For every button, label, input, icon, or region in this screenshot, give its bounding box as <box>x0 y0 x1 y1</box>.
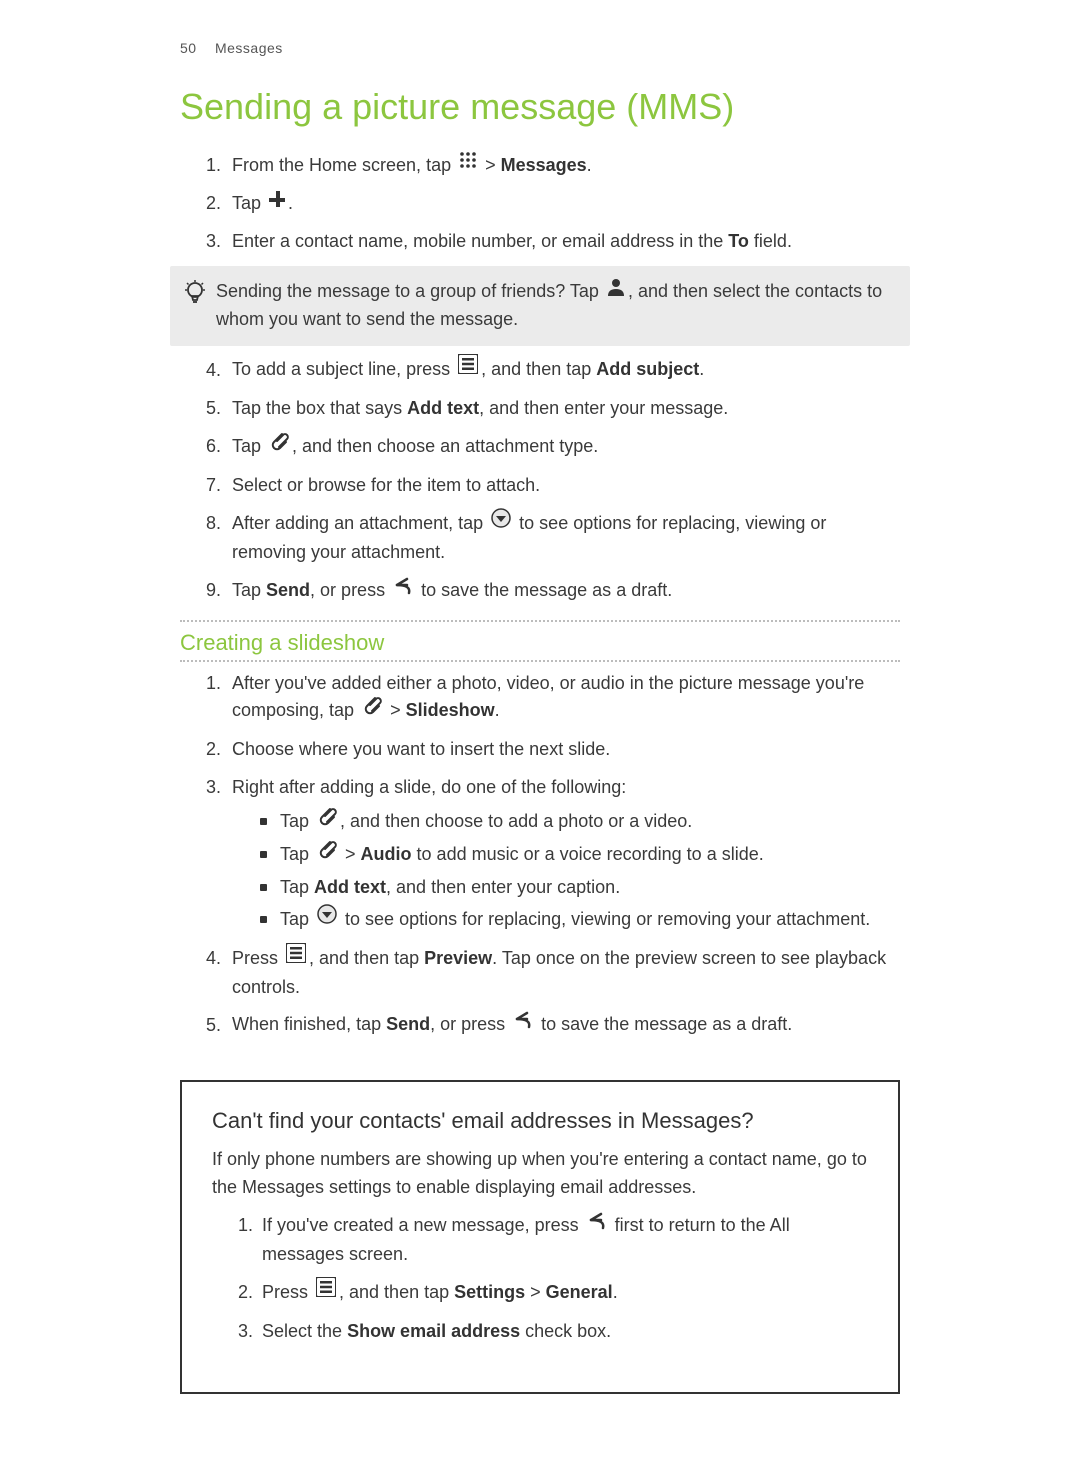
dropdown-icon <box>491 508 511 537</box>
tip-box: Sending the message to a group of friend… <box>170 266 910 346</box>
plus-icon <box>269 188 285 216</box>
bullet-2: Tap > Audio to add music or a voice reco… <box>260 841 900 870</box>
dropdown-icon <box>317 904 337 933</box>
ss-bullets: Tap , and then choose to add a photo or … <box>232 808 900 935</box>
attach-icon <box>362 695 382 724</box>
menu-icon <box>286 943 306 972</box>
person-icon <box>607 277 625 305</box>
page-number: 50 <box>180 40 197 56</box>
step-1: From the Home screen, tap > Messages. <box>226 152 900 180</box>
slideshow-steps: After you've added either a photo, video… <box>180 670 900 1041</box>
step-8: After adding an attachment, tap to see o… <box>226 510 900 567</box>
f-step-1: If you've created a new message, press f… <box>258 1212 868 1269</box>
apps-grid-icon <box>459 150 477 178</box>
ss-step-3: Right after adding a slide, do one of th… <box>226 774 900 934</box>
f-step-3: Select the Show email address check box. <box>258 1318 868 1346</box>
step-6: Tap , and then choose an attachment type… <box>226 433 900 462</box>
menu-icon <box>458 354 478 383</box>
menu-icon <box>316 1277 336 1306</box>
divider <box>180 620 900 622</box>
page-header: 50 Messages <box>180 40 900 56</box>
bullet-1: Tap , and then choose to add a photo or … <box>260 808 900 837</box>
step-9: Tap Send, or press to save the message a… <box>226 577 900 606</box>
ss-step-4: Press , and then tap Preview. Tap once o… <box>226 945 900 1002</box>
step-4: To add a subject line, press , and then … <box>226 356 900 385</box>
info-box-title: Can't find your contacts' email addresse… <box>212 1108 868 1134</box>
info-box: Can't find your contacts' email addresse… <box>180 1080 900 1393</box>
tip-text: Sending the message to a group of friend… <box>216 278 900 334</box>
divider <box>180 660 900 662</box>
bullet-4: Tap to see options for replacing, viewin… <box>260 906 900 935</box>
step-2: Tap . <box>226 190 900 218</box>
step-3: Enter a contact name, mobile number, or … <box>226 228 900 256</box>
back-icon <box>587 1210 607 1239</box>
f-step-2: Press , and then tap Settings > General. <box>258 1279 868 1308</box>
main-heading: Sending a picture message (MMS) <box>180 86 900 128</box>
ss-step-2: Choose where you want to insert the next… <box>226 736 900 764</box>
back-icon <box>393 575 413 604</box>
slideshow-section: Creating a slideshow After you've added … <box>180 630 900 1041</box>
ss-step-5: When finished, tap Send, or press to sav… <box>226 1011 900 1040</box>
bullet-3: Tap Add text, and then enter your captio… <box>260 874 900 902</box>
step-5: Tap the box that says Add text, and then… <box>226 395 900 423</box>
main-steps-part1: From the Home screen, tap > Messages. Ta… <box>180 152 900 256</box>
info-box-text: If only phone numbers are showing up whe… <box>212 1146 868 1202</box>
info-box-steps: If you've created a new message, press f… <box>212 1212 868 1346</box>
attach-icon <box>317 839 337 868</box>
section-name: Messages <box>215 40 283 56</box>
ss-step-1: After you've added either a photo, video… <box>226 670 900 727</box>
main-steps-part2: To add a subject line, press , and then … <box>180 356 900 605</box>
lightbulb-icon <box>180 278 210 306</box>
document-page: 50 Messages Sending a picture message (M… <box>0 0 1080 1474</box>
step-7: Select or browse for the item to attach. <box>226 472 900 500</box>
back-icon <box>513 1009 533 1038</box>
attach-icon <box>317 806 337 835</box>
attach-icon <box>269 431 289 460</box>
slideshow-heading: Creating a slideshow <box>180 630 900 656</box>
